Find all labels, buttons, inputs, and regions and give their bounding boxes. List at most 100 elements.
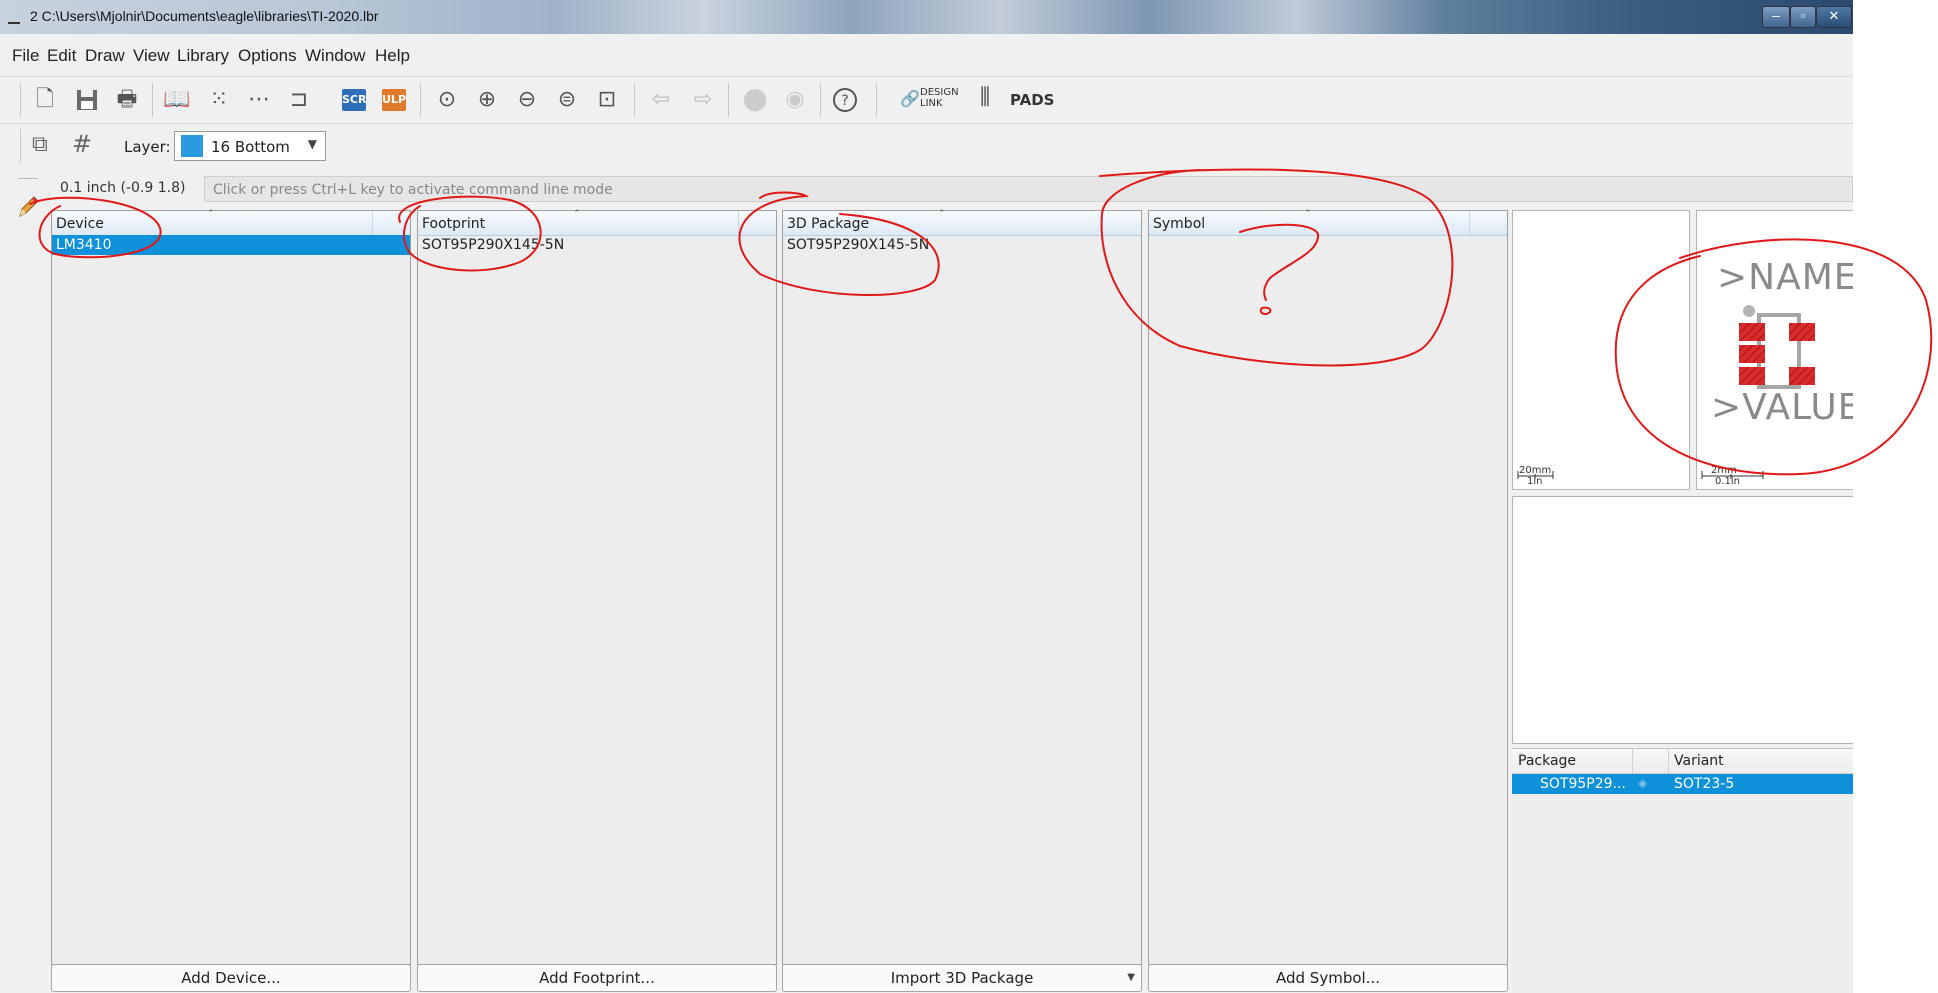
menu-draw[interactable]: Draw xyxy=(85,46,125,66)
print-icon[interactable]: 🖶 xyxy=(112,85,142,115)
close-button[interactable]: ✕ xyxy=(1816,6,1852,28)
zoom-out-icon[interactable]: ⊖ xyxy=(512,85,542,115)
stop-icon[interactable]: ⬤ xyxy=(740,85,770,115)
add-footprint-button[interactable]: Add Footprint... xyxy=(417,964,777,992)
symbol-icon[interactable]: ⊐ xyxy=(284,85,314,115)
name-placeholder: >NAME xyxy=(1717,257,1853,298)
scr-icon[interactable]: SCR xyxy=(342,89,366,111)
toolbar-separator xyxy=(820,83,821,117)
grip-icon xyxy=(18,178,38,179)
value-placeholder: >VALUE xyxy=(1711,387,1853,428)
device-row-lm3410[interactable]: LM3410 xyxy=(52,235,410,255)
scale-bottom-label: 0.1in xyxy=(1715,476,1741,487)
pads-button[interactable]: PADS xyxy=(1010,91,1054,109)
toolbar-separator xyxy=(20,129,21,163)
system-menu-icon[interactable] xyxy=(8,12,20,24)
zoom-area-icon[interactable]: ⊡ xyxy=(592,85,622,115)
sort-caret-icon: ˆ xyxy=(939,208,945,221)
scale-bottom-label: 1in xyxy=(1527,476,1543,487)
command-line-input[interactable]: Click or press Ctrl+L key to activate co… xyxy=(204,176,1853,202)
variant-cell: SOT23-5 xyxy=(1674,776,1735,792)
window-title: 2 C:\Users\Mjolnir\Documents\eagle\libra… xyxy=(30,8,379,24)
layers-icon[interactable]: ⧉ xyxy=(32,132,48,157)
3d-package-header-label: 3D Package xyxy=(787,216,870,232)
save-icon[interactable] xyxy=(72,85,102,115)
3d-package-row[interactable]: SOT95P290X145-5N xyxy=(783,235,1141,255)
footprint-row[interactable]: SOT95P290X145-5N xyxy=(418,235,776,255)
main-toolbar: 🗋 🖶 📖 ⁙ ⋯ ⊐ SCR ULP ⊙ ⊕ ⊖ ⊜ ⊡ ⇦ ⇨ ⬤ ◉ ? … xyxy=(0,77,1853,124)
package-table-header: Package Variant xyxy=(1512,749,1853,774)
layer-value: 16 Bottom xyxy=(211,138,290,156)
toolbar-separator xyxy=(20,83,21,117)
3d-package-header[interactable]: 3D Package ˆ xyxy=(783,208,1141,236)
layer-select[interactable]: 16 Bottom ▼ xyxy=(174,131,326,161)
footprint-panel: Footprint ˆ SOT95P290X145-5N xyxy=(417,208,777,965)
undo-icon[interactable]: ⇦ xyxy=(646,85,676,115)
sort-caret-icon: ˆ xyxy=(208,208,214,221)
package-row[interactable]: SOT95P29... ◈ SOT23-5 xyxy=(1512,774,1853,794)
menu-options[interactable]: Options xyxy=(238,46,297,66)
zoom-fit-icon[interactable]: ⊙ xyxy=(432,85,462,115)
link-icon: 🔗 xyxy=(900,89,920,108)
sort-caret-icon: ˆ xyxy=(1305,208,1311,221)
symbol-preview[interactable]: 20mm 1in xyxy=(1512,210,1690,490)
header-divider xyxy=(1668,749,1669,773)
book-icon[interactable]: 📖 xyxy=(162,85,192,115)
scale-top-label: 2mm xyxy=(1711,465,1737,476)
package-cell: SOT95P29... xyxy=(1540,776,1626,792)
variant-header[interactable]: Variant xyxy=(1674,753,1724,769)
menu-library[interactable]: Library xyxy=(177,46,229,66)
menu-bar: File Edit Draw View Library Options Wind… xyxy=(0,34,1853,77)
toolbar-separator xyxy=(152,83,153,117)
maximize-button[interactable]: ▫ xyxy=(1790,6,1816,28)
grid-icon[interactable]: # xyxy=(72,130,92,158)
layer-label: Layer: xyxy=(124,138,171,156)
add-device-button[interactable]: Add Device... xyxy=(51,964,411,992)
device-grid-icon[interactable]: ⁙ xyxy=(204,85,234,115)
symbol-panel: Symbol ˆ xyxy=(1148,208,1508,965)
3d-preview[interactable] xyxy=(1512,496,1853,744)
coordinate-readout: 0.1 inch (-0.9 1.8) xyxy=(60,180,186,196)
command-row: 0.1 inch (-0.9 1.8) Click or press Ctrl+… xyxy=(0,168,1853,208)
redo-icon[interactable]: ⇨ xyxy=(688,85,718,115)
design-link-label-1: DESIGN xyxy=(920,87,959,98)
symbol-header-label: Symbol xyxy=(1153,216,1206,232)
import-3d-package-button[interactable]: Import 3D Package ▼ xyxy=(782,964,1142,992)
footprint-header[interactable]: Footprint ˆ xyxy=(418,208,776,236)
chevron-down-icon: ▼ xyxy=(307,137,317,151)
device-header-label: Device xyxy=(56,216,104,232)
symbol-header[interactable]: Symbol ˆ xyxy=(1149,208,1507,236)
help-icon[interactable]: ? xyxy=(830,85,860,115)
minimize-button[interactable]: – xyxy=(1762,6,1790,28)
sot23-5-footprint-icon xyxy=(1739,305,1815,389)
device-header[interactable]: Device ˆ xyxy=(52,208,410,236)
pencil-icon[interactable] xyxy=(16,194,40,220)
menu-view[interactable]: View xyxy=(133,46,170,66)
menu-file[interactable]: File xyxy=(12,46,39,66)
menu-edit[interactable]: Edit xyxy=(47,46,76,66)
toolbar-separator xyxy=(420,83,421,117)
footprint-icon[interactable]: ⋯ xyxy=(244,85,274,115)
add-symbol-button[interactable]: Add Symbol... xyxy=(1148,964,1508,992)
package-header[interactable]: Package xyxy=(1518,753,1576,769)
zoom-select-icon[interactable]: ⊜ xyxy=(552,85,582,115)
header-divider xyxy=(1632,749,1633,773)
new-file-icon[interactable]: 🗋 xyxy=(30,85,60,115)
layer-color-swatch xyxy=(181,135,203,157)
ulp-icon[interactable]: ULP xyxy=(382,89,406,111)
design-link-button[interactable]: DESIGN LINK xyxy=(920,87,959,109)
go-icon[interactable]: ◉ xyxy=(780,85,810,115)
zoom-in-icon[interactable]: ⊕ xyxy=(472,85,502,115)
header-divider xyxy=(738,211,739,235)
title-bar: 2 C:\Users\Mjolnir\Documents\eagle\libra… xyxy=(0,0,1853,34)
menu-help[interactable]: Help xyxy=(375,46,410,66)
header-divider xyxy=(372,211,373,235)
toolbar-separator xyxy=(728,83,729,117)
menu-window[interactable]: Window xyxy=(305,46,365,66)
3d-package-panel: 3D Package ˆ SOT95P290X145-5N xyxy=(782,208,1142,965)
chevron-down-icon[interactable]: ▼ xyxy=(1127,965,1135,991)
device-panel: Device ˆ LM3410 xyxy=(51,208,411,965)
footprint-preview[interactable]: >NAME >VALUE 2mm 0.1in xyxy=(1696,210,1853,490)
scale-top-label: 20mm xyxy=(1519,465,1552,476)
svg-text:?: ? xyxy=(841,93,848,109)
